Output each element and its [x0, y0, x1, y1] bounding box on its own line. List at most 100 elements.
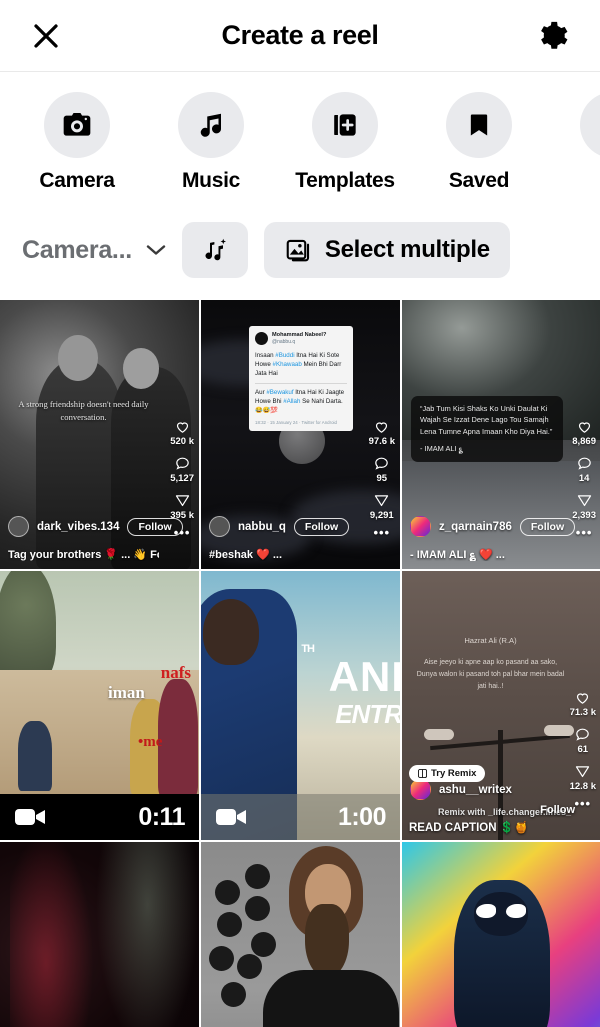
tile-3-quote-author: - IMAM ALI ؏ — [420, 444, 463, 454]
gear-icon — [541, 21, 568, 49]
tile-3-user-row[interactable]: z_qarnain786 Follow — [410, 516, 576, 537]
like-count: 71.3 k — [569, 707, 596, 718]
app-header: Create a reel — [0, 0, 600, 72]
tile-8-image — [201, 842, 400, 1027]
username: z_qarnain786 — [439, 520, 512, 533]
photo-stack-icon — [286, 239, 309, 262]
gallery-tile-8[interactable] — [201, 842, 400, 1027]
shortcut-saved[interactable]: Saved — [412, 92, 546, 193]
gallery-toolbar: Camera... Select multiple — [0, 200, 600, 300]
follow-button[interactable]: Follow — [293, 517, 350, 536]
avatar — [410, 516, 431, 537]
close-button[interactable] — [26, 16, 66, 56]
more-options-icon[interactable]: ••• — [576, 526, 593, 539]
tile-7-image — [0, 842, 199, 1027]
tile-4-label-nafs: nafs — [160, 663, 191, 682]
music-sparkle-icon — [205, 238, 226, 261]
gallery-tile-4[interactable]: nafs iman •me 0:11 — [0, 571, 199, 840]
tweet-l2-hashtag2: #Allah — [283, 398, 301, 406]
try-remix-button[interactable]: Try Remix — [409, 765, 486, 782]
avatar — [410, 779, 431, 800]
tile-6-read-caption: READ CAPTION 💲🍯 — [409, 822, 529, 834]
close-x-icon — [34, 23, 58, 48]
tile-2-tweet-overlay: Mohammad Nabeel? @nabbu.q Insaan #Buddi … — [249, 326, 353, 432]
tile-6-quote-title: Hazrat Ali (R.A) — [464, 636, 517, 645]
remix-icon — [418, 769, 427, 778]
heart-icon — [578, 422, 590, 433]
tile-3-quote-text: “Jab Tum Kisi Shaks Ko Unki Daulat Ki Wa… — [420, 404, 553, 436]
shortcut-music[interactable]: Music — [144, 92, 278, 193]
tile-6-engagement-rail: 71.3 k 61 12.8 k ••• — [570, 689, 596, 810]
comment-bubble-icon — [375, 457, 389, 470]
comment-stat[interactable]: 14 — [576, 455, 593, 489]
shortcut-camera[interactable]: Camera — [10, 92, 144, 193]
tweet-l2-a: Aur — [255, 388, 267, 396]
follow-button[interactable]: Follow — [127, 517, 183, 536]
tile-4-duration-bar: 0:11 — [0, 794, 199, 840]
tile-6-quote-body: Aise jeeyo ki apne aap ko pasand aa sako… — [416, 658, 565, 690]
shortcut-row: Camera Music Templates Saved — [0, 72, 600, 200]
add-music-button[interactable] — [181, 222, 248, 278]
tile-9-image — [402, 842, 600, 1027]
follow-button[interactable]: Follow — [519, 517, 576, 536]
share-paperplane-icon — [577, 495, 591, 507]
username: dark_vibes.134 — [37, 520, 120, 533]
like-stat[interactable]: 71.3 k — [570, 689, 596, 723]
tile-6-quote: Hazrat Ali (R.A) Aise jeeyo ki apne aap … — [414, 635, 567, 693]
shortcut-templates[interactable]: Templates — [278, 92, 412, 193]
comment-bubble-icon — [577, 457, 591, 470]
share-paperplane-icon — [175, 495, 189, 507]
username: ashu__writex — [439, 783, 512, 796]
tile-4-label-iman: iman — [108, 683, 145, 702]
heart-icon — [176, 422, 188, 433]
share-paperplane-icon — [576, 766, 590, 778]
tile-1-user-row[interactable]: dark_vibes.134 Follow — [8, 516, 183, 537]
share-paperplane-icon — [375, 495, 389, 507]
shortcut-drafts[interactable]: Dr — [546, 92, 600, 193]
gallery-source-label: Camera... — [22, 235, 132, 264]
gallery-tile-9[interactable] — [402, 842, 600, 1027]
gallery-source-dropdown[interactable]: Camera... — [22, 236, 166, 265]
select-multiple-button[interactable]: Select multiple — [263, 222, 510, 278]
gallery-tile-5[interactable]: TH ANI ENTR 1:00 — [201, 571, 400, 840]
tweet-avatar — [255, 332, 268, 346]
gallery-tile-2[interactable]: Mohammad Nabeel? @nabbu.q Insaan #Buddi … — [201, 300, 400, 569]
tile-5-title-3: ENTR — [335, 699, 400, 729]
chevron-down-icon — [146, 245, 166, 255]
tile-6-user-row[interactable]: ashu__writex — [410, 779, 512, 800]
follow-button[interactable]: Follow — [540, 804, 575, 816]
tile-5-duration-bar: 1:00 — [201, 794, 400, 840]
tile-2-caption: #beshak ❤️ ... — [209, 549, 283, 561]
tweet-header: Mohammad Nabeel? @nabbu.q — [255, 331, 347, 347]
tweet-l1-a: Insaan — [255, 351, 276, 359]
comment-count: 61 — [577, 744, 589, 755]
gallery-tile-6[interactable]: Hazrat Ali (R.A) Aise jeeyo ki apne aap … — [402, 571, 600, 840]
comment-stat[interactable]: 95 — [373, 455, 390, 489]
gallery-tile-3[interactable]: “Jab Tum Kisi Shaks Ko Unki Daulat Ki Wa… — [402, 300, 600, 569]
comment-count: 14 — [578, 473, 590, 484]
tile-2-user-row[interactable]: nabbu_q Follow — [209, 516, 350, 537]
share-count: 9,291 — [369, 510, 394, 521]
like-stat[interactable]: 8,869 — [572, 418, 596, 452]
tile-5-title-1: TH — [301, 643, 315, 655]
like-stat[interactable]: 97.6 k — [369, 418, 395, 452]
comment-stat[interactable]: 5,127 — [170, 455, 194, 489]
share-stat[interactable]: 9,291 — [370, 492, 394, 526]
share-stat[interactable]: 2,393 — [572, 492, 596, 526]
select-multiple-label: Select multiple — [324, 236, 490, 263]
like-stat[interactable]: 520 k — [170, 418, 194, 452]
share-stat[interactable]: 12.8 k — [570, 763, 596, 797]
gallery-tile-1[interactable]: A strong friendship doesn't need daily c… — [0, 300, 199, 569]
comment-stat[interactable]: 61 — [574, 726, 591, 760]
more-options-icon[interactable]: ••• — [574, 797, 591, 810]
gallery-tile-7[interactable] — [0, 842, 199, 1027]
share-count: 2,393 — [572, 510, 596, 521]
more-options-icon[interactable]: ••• — [373, 526, 390, 539]
music-note-icon — [200, 113, 222, 137]
tweet-line-2: Aur #Bewakuf Itna Hai Ki Jaagte Howe Bhi… — [255, 388, 347, 416]
settings-button[interactable] — [530, 14, 574, 58]
video-camera-icon — [15, 809, 45, 825]
tweet-l1-hashtag2: #Khawaab — [272, 361, 302, 369]
comment-bubble-icon — [576, 728, 590, 741]
avatar — [8, 516, 29, 537]
